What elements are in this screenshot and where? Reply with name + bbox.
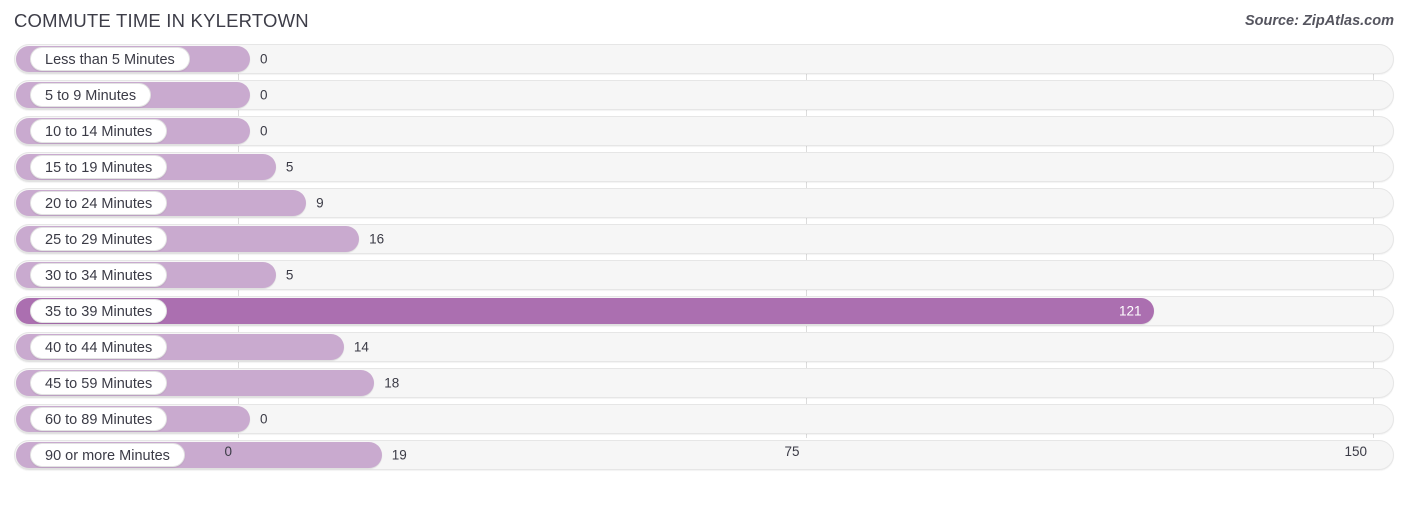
chart-header: COMMUTE TIME IN KYLERTOWN Source: ZipAtl… [0,0,1406,42]
bar-value-label: 0 [260,411,268,427]
category-label: 30 to 34 Minutes [30,263,168,287]
category-label: 35 to 39 Minutes [30,299,168,323]
bar-value-label: 5 [285,159,294,175]
x-axis-tick-label: 0 [224,444,232,459]
bar-row[interactable]: 16 25 to 29 Minutes [0,224,1406,254]
bar-row[interactable]: 9 20 to 24 Minutes [0,188,1406,218]
x-axis: 0 75 150 [0,438,1406,484]
bar-value-label: 5 [285,267,294,283]
bar-row[interactable]: 18 45 to 59 Minutes [0,368,1406,398]
bar-row[interactable]: 0 5 to 9 Minutes [0,80,1406,110]
bar-row[interactable]: 0 Less than 5 Minutes [0,44,1406,74]
category-label: 15 to 19 Minutes [30,155,168,179]
page-title: COMMUTE TIME IN KYLERTOWN [14,10,309,31]
bar-row[interactable]: 14 40 to 44 Minutes [0,332,1406,362]
bar-value-label: 0 [260,51,268,67]
source-attribution: Source: ZipAtlas.com [1244,13,1394,29]
chart-plot-area: 0 Less than 5 Minutes 0 5 to 9 Minutes 0 10 t… [0,44,1406,484]
bar-row[interactable]: 5 30 to 34 Minutes [0,260,1406,290]
x-axis-tick-label: 75 [784,444,800,459]
bar-value-label: 0 [260,87,268,103]
category-label: Less than 5 Minutes [30,47,190,71]
category-label: 10 to 14 Minutes [30,119,168,143]
bar-rows: 0 Less than 5 Minutes 0 5 to 9 Minutes 0 10 t… [0,44,1406,476]
bar-row[interactable]: 121 35 to 39 Minutes [0,296,1406,326]
bar-row[interactable]: 0 60 to 89 Minutes [0,404,1406,434]
x-axis-tick-label: 150 [1344,444,1367,459]
category-label: 25 to 29 Minutes [30,227,168,251]
bar-row[interactable]: 5 15 to 19 Minutes [0,152,1406,182]
category-label: 5 to 9 Minutes [30,83,152,107]
category-label: 20 to 24 Minutes [30,191,168,215]
category-label: 40 to 44 Minutes [30,335,168,359]
bar-value-label: 16 [369,231,385,247]
category-label: 45 to 59 Minutes [30,371,168,395]
bar-row[interactable]: 0 10 to 14 Minutes [0,116,1406,146]
bar-value-label: 14 [353,339,369,355]
bar-value-label: 121 [1119,303,1142,319]
bar-value-label: 9 [316,195,324,211]
category-label: 60 to 89 Minutes [30,407,168,431]
bar-value-label: 18 [384,375,400,391]
bar-value-label: 0 [260,123,268,139]
bar[interactable]: 121 [16,298,1154,324]
